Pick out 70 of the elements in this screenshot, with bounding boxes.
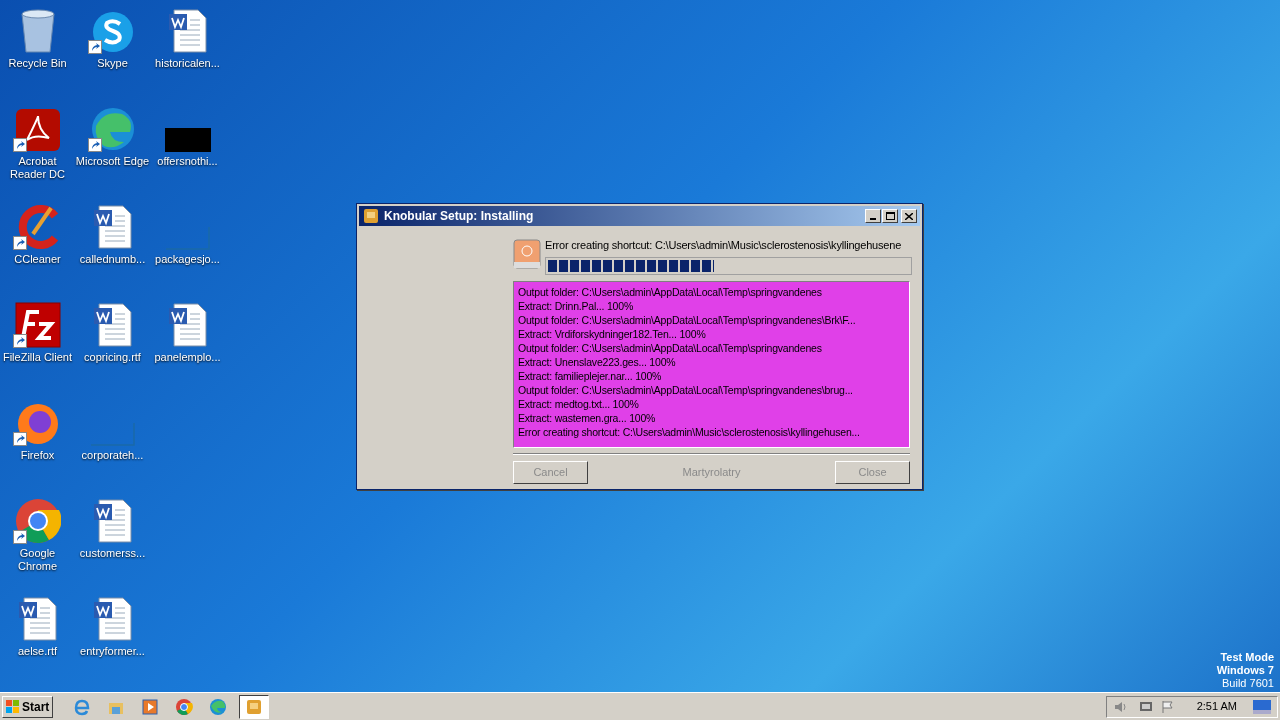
desktop-icon-label[interactable]: Acrobat Reader DC — [0, 155, 75, 181]
log-line: Extract: wastemen.gra... 100% — [518, 410, 657, 425]
desktop-icon-label[interactable]: packagesjo... — [150, 253, 225, 266]
desktop-icon-label[interactable]: CCleaner — [0, 253, 75, 266]
maximize-button[interactable] — [882, 209, 898, 223]
start-button[interactable]: Start — [2, 695, 54, 718]
log-line: Extract: Vrdiforskydninger182.Ten... 100% — [518, 326, 707, 341]
chrome-icon — [175, 697, 194, 716]
os-info-text: Test Mode — [1220, 651, 1274, 664]
play-icon — [141, 697, 160, 716]
branding-text: Martyrolatry — [682, 464, 741, 480]
document-icon — [92, 204, 133, 250]
desktop-icon-label[interactable]: aelse.rtf — [0, 645, 75, 658]
file-thumbnail — [164, 128, 211, 152]
log-line: Extract: Drinn.Pal... 100% — [518, 298, 635, 313]
desktop-icon-label[interactable]: callednumb... — [75, 253, 150, 266]
minimize-icon — [870, 218, 876, 220]
desktop-icon-label[interactable]: Microsoft Edge — [75, 155, 150, 168]
desktop-icon-label[interactable]: Firefox — [0, 449, 75, 462]
edge-icon — [209, 697, 228, 716]
chrome-icon — [14, 498, 61, 544]
document-icon — [92, 302, 133, 348]
desktop-icon-label[interactable]: Recycle Bin — [0, 57, 75, 70]
log-line: Extract: Unenslave223.ges... 100% — [518, 354, 677, 369]
log-line: Output folder: C:\Users\admin\AppData\Local\Temp\springvandenes\brug... — [518, 382, 854, 397]
windows-logo-icon — [6, 699, 20, 714]
close-button[interactable] — [901, 209, 917, 223]
minimize-button[interactable] — [865, 209, 881, 223]
document-icon — [92, 498, 133, 544]
log-line: Extract: familieplejer.nar... 100% — [518, 368, 663, 383]
log-line: Extract: medtog.txt... 100% — [518, 396, 640, 411]
desktop-icon-label[interactable]: Google Chrome — [0, 547, 75, 573]
installer-box-icon — [513, 239, 541, 269]
fz-icon — [14, 302, 61, 348]
desktop-icon-label[interactable]: entryformer... — [75, 645, 150, 658]
log-line: Output folder: C:\Users\admin\AppData\Local\Temp\springvandenes — [518, 340, 823, 355]
browser-e-icon — [73, 697, 92, 716]
document-icon — [167, 8, 208, 54]
edge-icon — [89, 106, 136, 152]
close-icon — [905, 212, 913, 220]
taskbar-app-button[interactable] — [239, 694, 270, 719]
speaker-icon — [1112, 699, 1129, 714]
blank-file-icon — [165, 226, 210, 250]
document-icon — [167, 302, 208, 348]
flag-icon — [1160, 699, 1175, 714]
desktop-icon-label[interactable]: historicalen... — [150, 57, 225, 70]
os-info-text: Windows 7 — [1216, 664, 1274, 677]
letter-s-icon — [90, 10, 135, 54]
desktop-icon-label[interactable]: offersnothi... — [150, 155, 225, 168]
desktop-icon-label[interactable]: FileZilla Client — [0, 351, 75, 364]
pdf-icon — [14, 108, 61, 152]
log-line: Error creating shortcut: C:\Users\admin\Music\sclerostenosis\kyllingehusen... — [518, 424, 861, 439]
maximize-icon — [885, 212, 895, 220]
installer-icon — [362, 207, 380, 225]
installer-icon — [245, 697, 264, 716]
desktop-icon-label[interactable]: copricing.rtf — [75, 351, 150, 364]
window-title: Knobular Setup: Installing — [384, 208, 534, 225]
log-line: Output folder: C:\Users\admin\AppData\Local\Temp\springvandenes — [518, 284, 823, 299]
log-line: Output folder: C:\Users\admin\AppData\Local\Temp\springvandenes\Brk\F... — [518, 312, 857, 327]
clock-text: 2:51 AM — [1196, 699, 1237, 715]
desktop-icon-label[interactable]: Skype — [75, 57, 150, 70]
os-info-text: Build 7601 — [1222, 677, 1274, 690]
desktop-icon-label[interactable]: panelemplo... — [150, 351, 225, 364]
document-icon — [17, 596, 58, 642]
desktop-icon-label[interactable]: customerss... — [75, 547, 150, 560]
status-text: Error creating shortcut: C:\Users\admin\Music\sclerostenosis\kyllingehusene — [545, 238, 903, 253]
document-icon — [92, 596, 133, 642]
desktop-icon-label[interactable]: corporateh... — [75, 449, 150, 462]
show-desktop-icon[interactable] — [1253, 699, 1271, 714]
blank-file-icon — [90, 422, 135, 446]
